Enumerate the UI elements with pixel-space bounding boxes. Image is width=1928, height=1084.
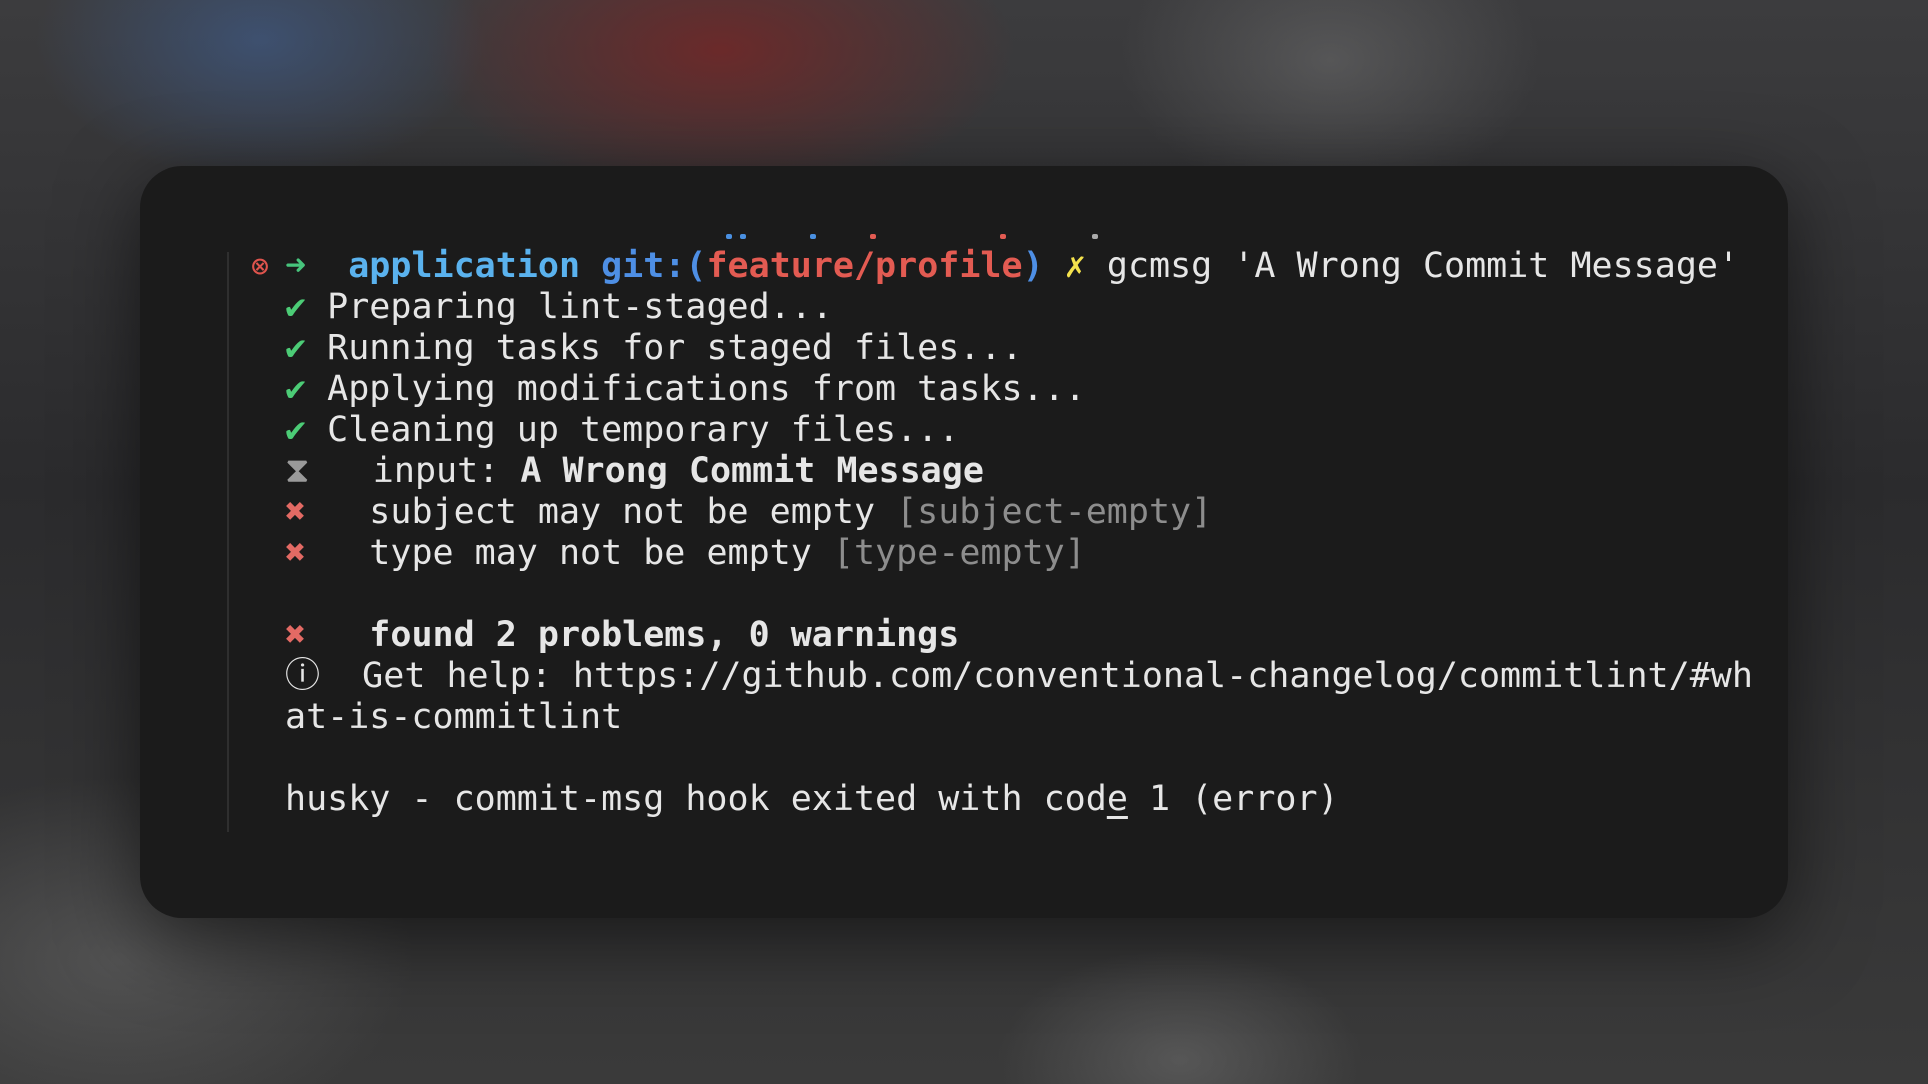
commitlint-summary-line: ✖ found 2 problems, 0 warnings <box>285 615 959 656</box>
help-url-end[interactable]: at-is-commitlint <box>285 697 622 737</box>
commitlint-error-line: ✖ type may not be empty [type-empty] <box>285 533 1086 574</box>
prompt-arrow-icon: ➜ <box>285 246 307 286</box>
prompt-text: ➜ application git:(feature/profile) ✗ gc… <box>285 246 1739 287</box>
dirty-mark-icon: ✗ <box>1064 246 1086 286</box>
lint-staged-line: ✔ Preparing lint-staged... <box>285 287 833 328</box>
lint-staged-text: Cleaning up temporary files... <box>327 410 960 450</box>
lint-staged-text: Applying modifications from tasks... <box>327 369 1086 409</box>
lint-staged-line: ✔ Cleaning up temporary files... <box>285 410 959 451</box>
git-branch: feature/profile <box>706 246 1023 286</box>
cross-icon: ✖ <box>285 492 307 532</box>
lint-staged-text: Preparing lint-staged... <box>327 287 833 327</box>
error-message: subject may not be empty <box>369 492 897 532</box>
error-rule: [type-empty] <box>832 533 1086 573</box>
current-directory: application <box>348 246 581 286</box>
terminal-window[interactable]: ⊗ ➜ application git:(feature/profile) ✗ … <box>140 166 1788 918</box>
husky-exit-line: husky - commit-msg hook exited with code… <box>285 779 1339 820</box>
lint-staged-text: Running tasks for staged files... <box>327 328 1023 368</box>
commitlint-error-line: ✖ subject may not be empty [subject-empt… <box>285 492 1212 533</box>
lint-staged-line: ✔ Applying modifications from tasks... <box>285 369 1086 410</box>
husky-text-start: husky - commit-msg hook exited with cod <box>285 779 1107 819</box>
commitlint-input-line: ⧗ input: A Wrong Commit Message <box>285 451 984 492</box>
command-block-marker <box>227 252 229 832</box>
input-value: A Wrong Commit Message <box>520 451 984 491</box>
husky-text-end: 1 (error) <box>1127 779 1339 819</box>
cross-icon: ✖ <box>285 533 307 573</box>
help-label: Get help: <box>362 656 573 696</box>
cursor-underline: e <box>1106 779 1128 819</box>
check-icon: ✔ <box>285 287 307 327</box>
check-icon: ✔ <box>285 328 307 368</box>
git-paren-open: ( <box>685 246 707 286</box>
input-label: input: <box>372 451 521 491</box>
commitlint-help-line: ⓘ Get help: https://github.com/conventio… <box>285 656 1753 697</box>
commitlint-help-url-wrap: at-is-commitlint <box>285 697 622 738</box>
help-url-start[interactable]: https://github.com/conventional-changelo… <box>573 656 1753 696</box>
check-icon: ✔ <box>285 410 307 450</box>
command-text[interactable]: gcmsg 'A Wrong Commit Message' <box>1107 246 1739 286</box>
cross-icon: ✖ <box>285 615 307 655</box>
error-message: type may not be empty <box>369 533 833 573</box>
error-rule: [subject-empty] <box>896 492 1213 532</box>
error-circle-icon: ⊗ <box>250 249 270 284</box>
lint-staged-line: ✔ Running tasks for staged files... <box>285 328 1023 369</box>
git-paren-close: ) <box>1022 246 1044 286</box>
prompt-line: ⊗ ➜ application git:(feature/profile) ✗ … <box>140 246 1788 287</box>
git-label: git: <box>601 246 686 286</box>
summary-text: found 2 problems, 0 warnings <box>369 615 960 655</box>
clipped-previous-line <box>560 234 1200 242</box>
hourglass-icon: ⧗ <box>285 451 310 491</box>
info-icon: ⓘ <box>285 656 321 696</box>
check-icon: ✔ <box>285 369 307 409</box>
